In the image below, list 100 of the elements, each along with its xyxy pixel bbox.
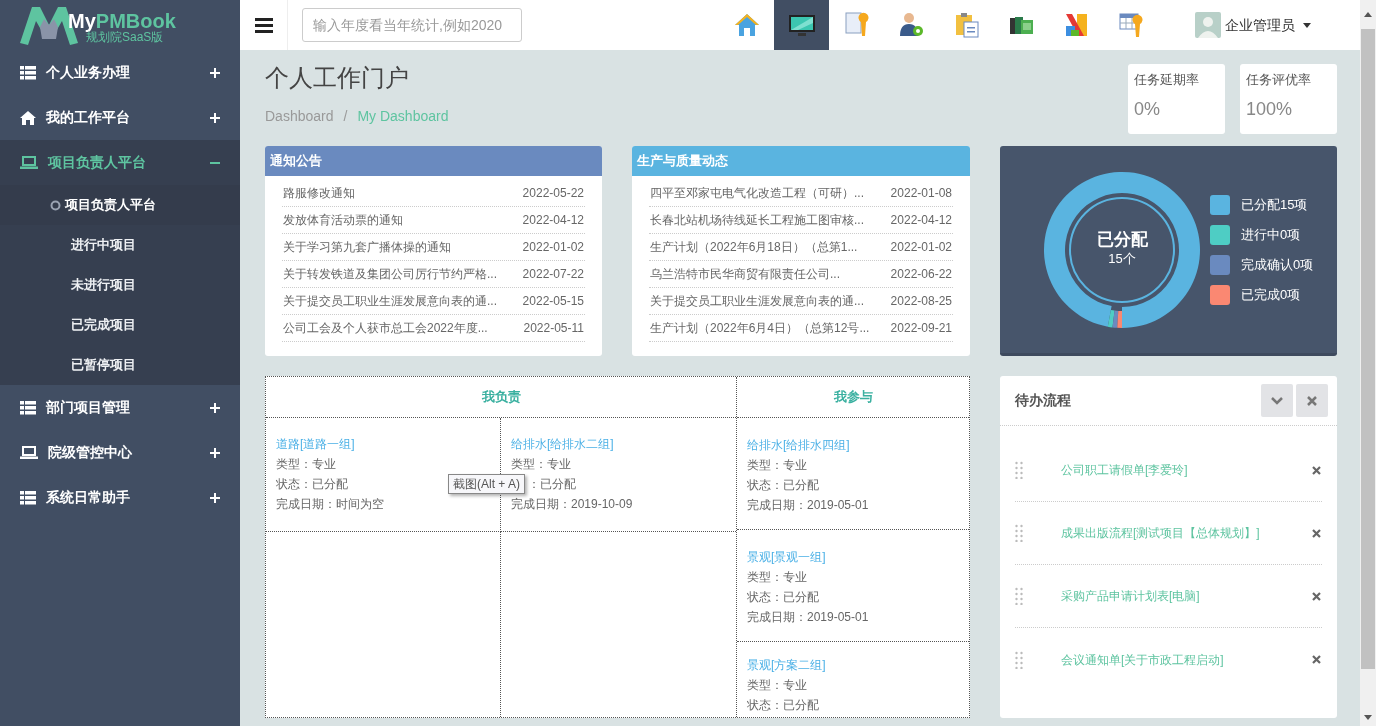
- house-icon: [733, 13, 760, 37]
- circle-icon: [50, 199, 61, 211]
- drag-handle-icon[interactable]: [1015, 650, 1023, 669]
- column-header: 我参与: [737, 377, 969, 418]
- project-detail: 完成日期：时间为空: [276, 496, 384, 513]
- laptop-icon: [20, 446, 38, 459]
- project-detail: ：已分配: [528, 476, 576, 493]
- notice-link[interactable]: 关于提交员工职业生涯发展意向表的通...: [283, 292, 497, 310]
- notice-link[interactable]: 关于提交员工职业生涯发展意向表的通...: [650, 292, 864, 310]
- person-gear-icon: [898, 12, 925, 38]
- notice-date: 2022-04-12: [890, 212, 952, 229]
- breadcrumb-separator: /: [343, 107, 348, 126]
- sidebar-item[interactable]: 部门项目管理: [0, 385, 240, 430]
- menu-icon: [254, 17, 273, 33]
- legend-label: 已分配15项: [1241, 195, 1308, 214]
- collapse-button[interactable]: [1261, 384, 1293, 417]
- toolbar-button[interactable]: [774, 0, 829, 50]
- column-header: 我负责: [266, 377, 736, 418]
- scrollbar-thumb[interactable]: [1361, 29, 1375, 669]
- project-detail: 类型：专业: [747, 569, 807, 586]
- notice-link[interactable]: 公司工会及个人获市总工会2022年度...: [283, 319, 488, 337]
- project-detail: 状态：已分配: [747, 589, 819, 606]
- sidebar-item[interactable]: 个人业务办理: [0, 50, 240, 95]
- logo-subtitle: 规划院SaaS版: [86, 31, 165, 43]
- project-detail: 状态：已分配: [276, 476, 348, 493]
- notice-date: 2022-04-12: [522, 212, 584, 229]
- project-detail: 状态：已分配: [747, 477, 819, 494]
- legend-label: 完成确认0项: [1241, 255, 1314, 274]
- notice-date: 2022-05-22: [522, 185, 584, 202]
- project-detail: 完成日期：2019-05-01: [747, 497, 869, 514]
- legend-label: 进行中0项: [1241, 225, 1301, 244]
- close-button[interactable]: [1296, 384, 1328, 417]
- scroll-down-icon: [1364, 715, 1372, 720]
- stat-value: 0%: [1134, 97, 1161, 121]
- drag-handle-icon[interactable]: [1015, 587, 1023, 605]
- panel-header: 通知公告: [265, 146, 602, 176]
- sidebar-item[interactable]: 项目负责人平台: [0, 140, 240, 185]
- project-detail: 完成日期：2019-10-09: [511, 496, 633, 513]
- notice-date: 2022-01-02: [890, 239, 952, 256]
- laptop-icon: [20, 156, 38, 169]
- logo-wordmark: MyPMBook: [68, 11, 176, 31]
- list-icon: [20, 400, 36, 415]
- notice-date: 2022-05-11: [523, 320, 584, 337]
- notice-link[interactable]: 乌兰浩特市民华商贸有限责任公司...: [650, 265, 840, 283]
- notice-link[interactable]: 四平至邓家屯电气化改造工程（可研）...: [650, 184, 864, 202]
- close-icon[interactable]: [1312, 655, 1321, 664]
- submenu-item[interactable]: 进行中项目: [0, 225, 240, 265]
- user-menu[interactable]: 企业管理员: [1195, 12, 1311, 38]
- close-icon[interactable]: [1312, 528, 1321, 538]
- notice-link[interactable]: 生产计划（2022年6月4日）（总第12号...: [650, 319, 870, 337]
- project-detail: 完成日期：2019-05-01: [747, 609, 869, 626]
- close-icon[interactable]: [1312, 465, 1321, 475]
- plus-icon: [210, 492, 220, 503]
- submenu-item[interactable]: 已暂停项目: [0, 345, 240, 385]
- project-detail: 类型：专业: [747, 457, 807, 474]
- sidebar-item[interactable]: 系统日常助手: [0, 475, 240, 520]
- panel-title: 待办流程: [1015, 391, 1071, 410]
- scrollbar[interactable]: [1360, 0, 1376, 726]
- drag-handle-icon[interactable]: [1015, 461, 1023, 479]
- monitor-icon: [787, 13, 816, 37]
- notice-date: 2022-06-22: [890, 266, 952, 283]
- submenu-item[interactable]: 未进行项目: [0, 265, 240, 305]
- search-field[interactable]: 输入年度看当年统计,例如2020: [302, 8, 522, 42]
- notice-link[interactable]: 路服修改通知: [283, 184, 355, 202]
- notice-link[interactable]: 生产计划（2022年6月18日）（总第1...: [650, 238, 858, 256]
- blocks-icon: [1063, 12, 1090, 38]
- sidebar-item[interactable]: 我的工作平台: [0, 95, 240, 140]
- notice-date: 2022-09-21: [890, 320, 952, 337]
- notice-date: 2022-01-08: [890, 185, 952, 202]
- submenu-item[interactable]: 项目负责人平台: [0, 185, 240, 225]
- submenu-item[interactable]: 已完成项目: [0, 305, 240, 345]
- document-wrench-icon: [843, 12, 870, 38]
- legend-label: 已完成0项: [1241, 285, 1301, 304]
- notice-date: 2022-05-15: [522, 293, 584, 310]
- caret-icon: [1303, 22, 1311, 28]
- stat-value: 100%: [1246, 97, 1294, 121]
- close-icon[interactable]: [1312, 591, 1321, 601]
- tooltip: 截图(Alt + A): [448, 474, 525, 494]
- sidebar-item[interactable]: 院级管控中心: [0, 430, 240, 475]
- list-icon: [20, 65, 36, 80]
- project-detail: 类型：专业: [276, 456, 336, 473]
- list-icon: [20, 490, 36, 505]
- clipboard-icon: [953, 12, 980, 38]
- avatar-icon: [1195, 12, 1221, 38]
- stat-label: 任务评优率: [1246, 71, 1312, 89]
- home-icon: [20, 110, 36, 125]
- notice-date: 2022-07-22: [522, 266, 584, 283]
- chevron-down-icon: [1271, 396, 1283, 405]
- drag-handle-icon[interactable]: [1015, 524, 1023, 542]
- table-wrench-icon: [1118, 12, 1145, 38]
- notice-link[interactable]: 关于转发铁道及集团公司厉行节约严格...: [283, 265, 497, 283]
- stat-label: 任务延期率: [1134, 71, 1200, 89]
- donut-center-label: 已分配: [1096, 228, 1148, 251]
- notice-date: 2022-01-02: [522, 239, 584, 256]
- notice-link[interactable]: 关于学习第九套广播体操的通知: [283, 238, 451, 256]
- close-icon: [1307, 395, 1317, 406]
- plus-icon: [210, 402, 220, 413]
- notice-link[interactable]: 发放体育活动票的通知: [283, 211, 403, 229]
- notice-link[interactable]: 长春北站机场待线延长工程施工图审核...: [650, 211, 864, 229]
- plus-icon: [210, 447, 220, 458]
